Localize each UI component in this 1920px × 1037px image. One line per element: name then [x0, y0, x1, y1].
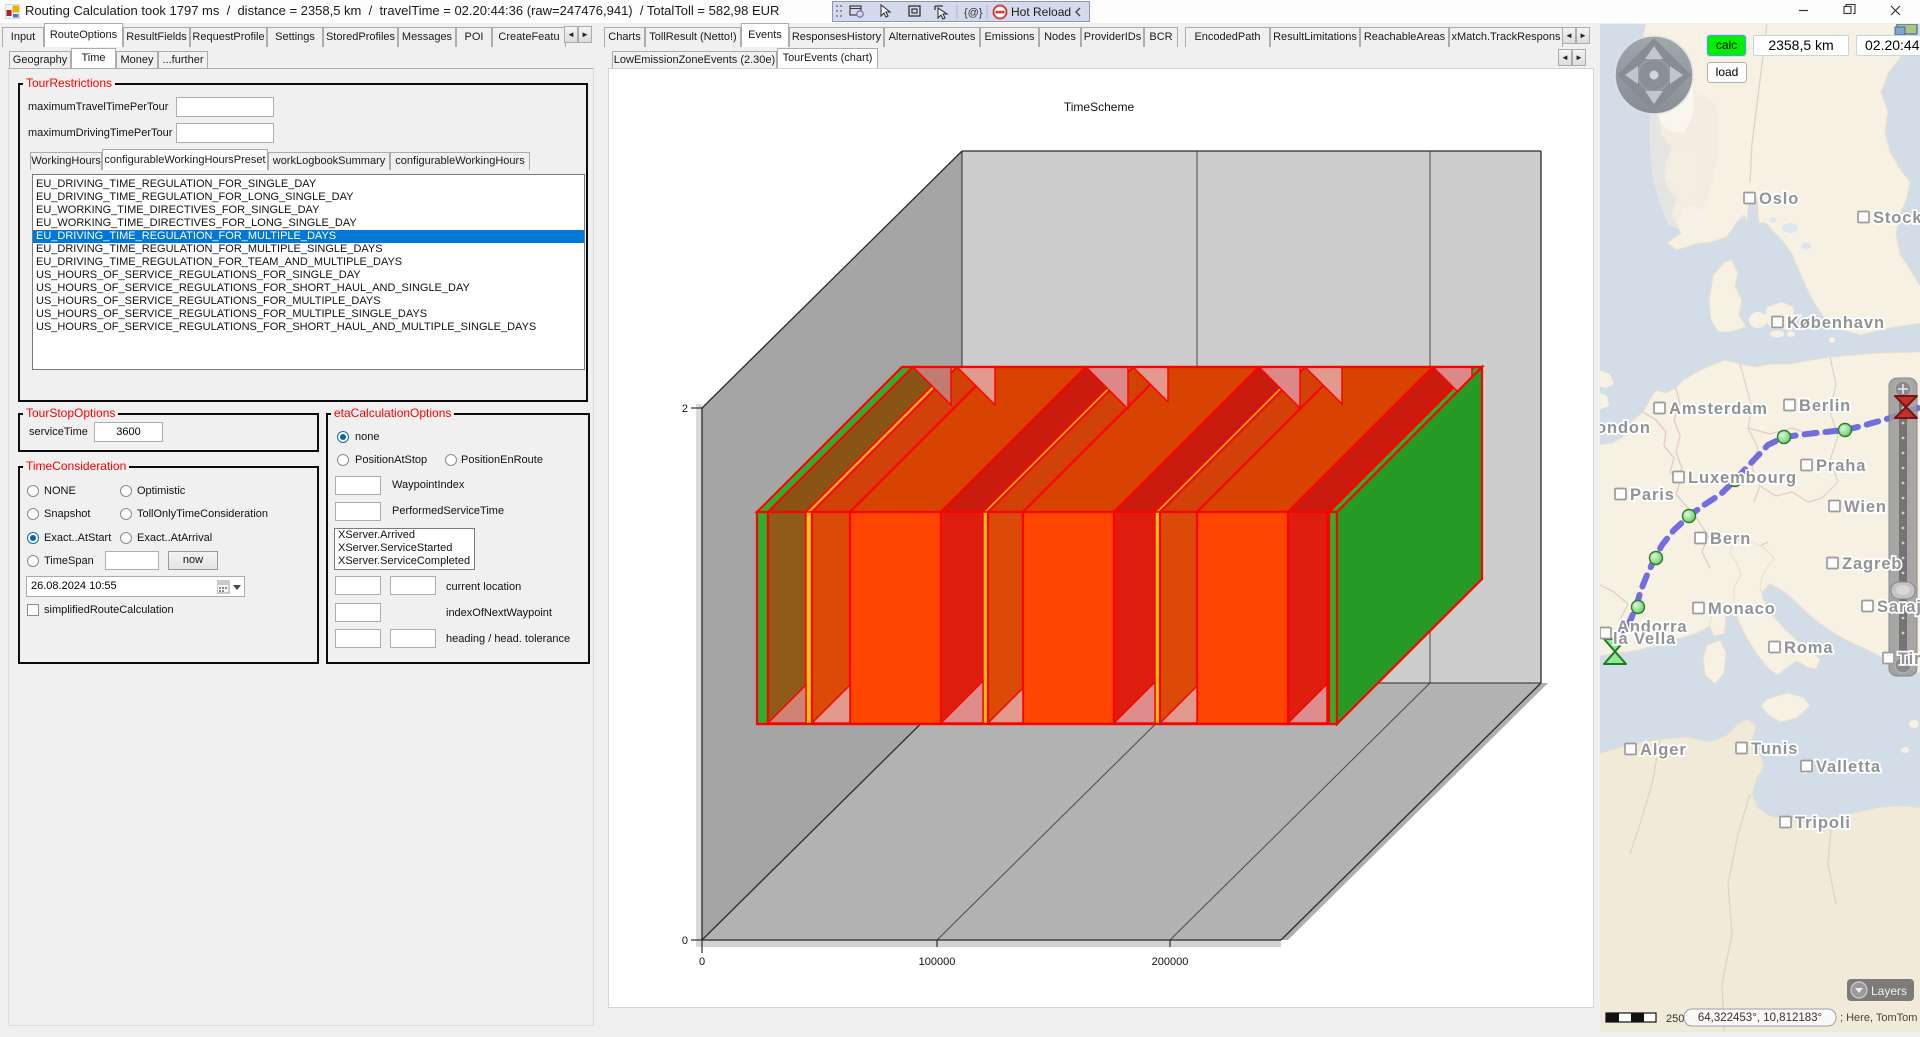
- svg-text:; Here, TomTom: ; Here, TomTom: [1840, 1012, 1917, 1024]
- svg-text:Zagreb: Zagreb: [1842, 555, 1902, 573]
- svg-text:Paris: Paris: [1630, 486, 1675, 504]
- svg-text:Luxembourg: Luxembourg: [1688, 469, 1797, 487]
- svg-text:Amsterdam: Amsterdam: [1669, 400, 1768, 418]
- svg-text:Tir: Tir: [1898, 650, 1920, 668]
- svg-text:Tunis: Tunis: [1751, 740, 1798, 758]
- svg-text:Tripoli: Tripoli: [1795, 814, 1851, 832]
- svg-text:Layers: Layers: [1871, 984, 1907, 998]
- svg-text:Saraj: Saraj: [1877, 598, 1920, 616]
- svg-text:Stockh: Stockh: [1873, 209, 1920, 227]
- svg-text:Hot Reload: Hot Reload: [1011, 5, 1071, 19]
- svg-text:la Vella: la Vella: [1613, 630, 1676, 648]
- svg-text:64,322453°, 10,812183°: 64,322453°, 10,812183°: [1698, 1012, 1822, 1024]
- svg-text:Oslo: Oslo: [1759, 190, 1799, 208]
- svg-text:Praha: Praha: [1816, 457, 1866, 475]
- svg-text:0: 0: [699, 956, 705, 968]
- svg-text:TimeScheme: TimeScheme: [1064, 100, 1135, 114]
- svg-text:200000: 200000: [1152, 956, 1189, 968]
- svg-text:Bern: Bern: [1710, 530, 1751, 548]
- svg-text:100000: 100000: [919, 956, 956, 968]
- svg-text:Monaco: Monaco: [1708, 600, 1776, 618]
- svg-text:Valletta: Valletta: [1816, 758, 1881, 776]
- svg-text:ondon: ondon: [1600, 419, 1651, 437]
- svg-text:Berlin: Berlin: [1799, 397, 1851, 415]
- svg-text:2: 2: [682, 403, 688, 415]
- svg-text:København: København: [1787, 314, 1885, 332]
- svg-text:250: 250: [1666, 1013, 1684, 1025]
- svg-text:0: 0: [682, 935, 688, 947]
- svg-text:Roma: Roma: [1784, 639, 1833, 657]
- svg-text:Alger: Alger: [1640, 741, 1687, 759]
- svg-text:{@}: {@}: [964, 7, 983, 19]
- svg-text:Wien: Wien: [1844, 498, 1887, 516]
